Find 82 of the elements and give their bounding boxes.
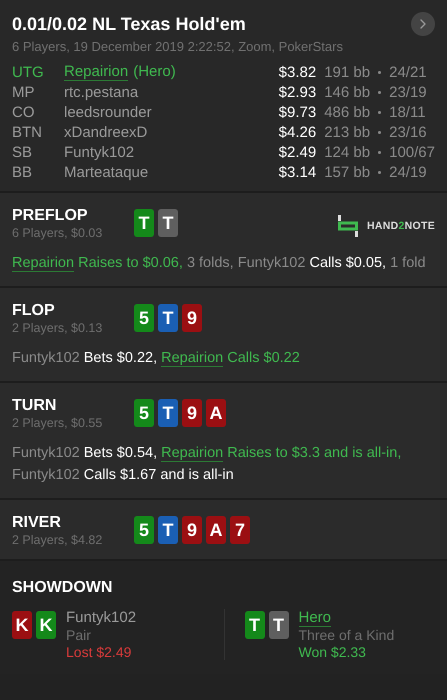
player-stats: 24/21 [389, 64, 428, 80]
player-stats: 23/19 [389, 84, 428, 101]
playing-card: 7 [230, 516, 250, 544]
stack-bb: 157 bb [324, 164, 370, 181]
playing-card: 5 [134, 399, 154, 427]
logo-text: HAND2NOTE [366, 220, 435, 232]
player-name: Marteataque [64, 164, 148, 181]
stack-amount: $3.82 [278, 64, 316, 80]
playing-card: T [158, 209, 178, 237]
street-info: 6 Players, $0.03 [12, 226, 104, 240]
separator-dot-icon [378, 171, 382, 174]
playing-card: 9 [182, 399, 202, 427]
playing-card: T [268, 611, 288, 639]
separator-dot-icon [378, 111, 382, 114]
street-name: PREFLOP [12, 207, 89, 225]
player-stats: 18/11 [389, 104, 427, 121]
street-info: 2 Players, $0.55 [12, 416, 104, 430]
street-name: RIVER [12, 514, 62, 532]
playing-card: T [244, 611, 264, 639]
stack-bb: 486 bb [324, 104, 370, 121]
stack-bb: 191 bb [324, 64, 370, 80]
stack-amount: $2.49 [278, 144, 316, 161]
playing-card: 9 [182, 516, 202, 544]
player-link[interactable]: Repairion [64, 63, 128, 81]
street-name: TURN [12, 397, 58, 415]
player-name: Funtyk102 [64, 144, 134, 161]
playing-card: T [158, 399, 178, 427]
stack-amount: $4.26 [278, 124, 316, 141]
playing-card: K [12, 611, 32, 639]
stack-bb: 146 bb [324, 84, 370, 101]
playing-card: 5 [134, 516, 154, 544]
showdown-title: SHOWDOWN [12, 579, 114, 597]
hand-title: 0.01/0.02 NL Texas Hold'em [12, 14, 246, 34]
hand-subtitle: 6 Players, 19 December 2019 2:22:52, Zoom, PokerStars [12, 39, 344, 54]
hand-result: Lost $2.49 [66, 644, 132, 660]
player-name: leedsrounder [64, 104, 152, 121]
stack-amount: $2.93 [278, 84, 316, 101]
action-line: Funtyk102 Bets $0.22, Repairion Calls $0.22 [12, 349, 301, 369]
action-line: Repairion Raises to $0.06, 3 folds, Funtyk102 Calls $0.05, 1 fold [12, 254, 427, 274]
playing-card: T [134, 209, 154, 237]
player-name: rtc.pestana [64, 84, 138, 101]
playing-card: T [158, 304, 178, 332]
player-link[interactable]: Repairion [161, 445, 224, 462]
hand-rank: Three of a Kind [298, 627, 394, 643]
player-link[interactable]: Repairion [12, 255, 74, 272]
stack-amount: $3.14 [278, 164, 316, 181]
hand-rank: Pair [66, 627, 92, 643]
stack-bb: 124 bb [324, 144, 370, 161]
player-stats: 23/16 [389, 124, 428, 141]
logo-icon [338, 215, 358, 237]
player-link[interactable]: Hero [298, 609, 332, 627]
stack-bb: 213 bb [324, 124, 370, 141]
seat-position: MP [12, 84, 36, 101]
seat-position: UTG [12, 64, 45, 80]
street-info: 2 Players, $0.13 [12, 321, 104, 335]
player-name: xDandreexD [64, 124, 148, 141]
street-info: 2 Players, $4.82 [12, 533, 104, 547]
playing-card: T [158, 516, 178, 544]
action-line: Funtyk102 Bets $0.54, Repairion Raises to $3.3 and is all-in, [12, 444, 402, 464]
separator-dot-icon [378, 70, 382, 74]
player-link[interactable]: Repairion [161, 350, 224, 367]
stack-amount: $9.73 [278, 104, 316, 121]
playing-card: 5 [134, 304, 154, 332]
player-stats: 100/67 [389, 144, 435, 161]
playing-card: K [36, 611, 56, 639]
action-line: Funtyk102 Calls $1.67 and is all-in [12, 466, 235, 485]
seat-position: CO [12, 104, 36, 121]
seat-position: SB [12, 144, 34, 161]
seat-position: BTN [12, 124, 43, 141]
hero-tag: (Hero) [133, 63, 176, 81]
playing-card: 9 [182, 304, 202, 332]
separator-dot-icon [378, 151, 382, 154]
hand-result: Won $2.33 [298, 644, 367, 660]
next-button[interactable] [411, 12, 435, 36]
playing-card: A [206, 399, 226, 427]
street-name: FLOP [12, 302, 56, 320]
separator-dot-icon [378, 131, 382, 134]
playing-card: A [206, 516, 226, 544]
player-stats: 24/19 [389, 164, 428, 181]
separator-dot-icon [378, 91, 382, 94]
player-name: Funtyk102 [66, 609, 136, 626]
seat-position: BB [12, 164, 34, 181]
